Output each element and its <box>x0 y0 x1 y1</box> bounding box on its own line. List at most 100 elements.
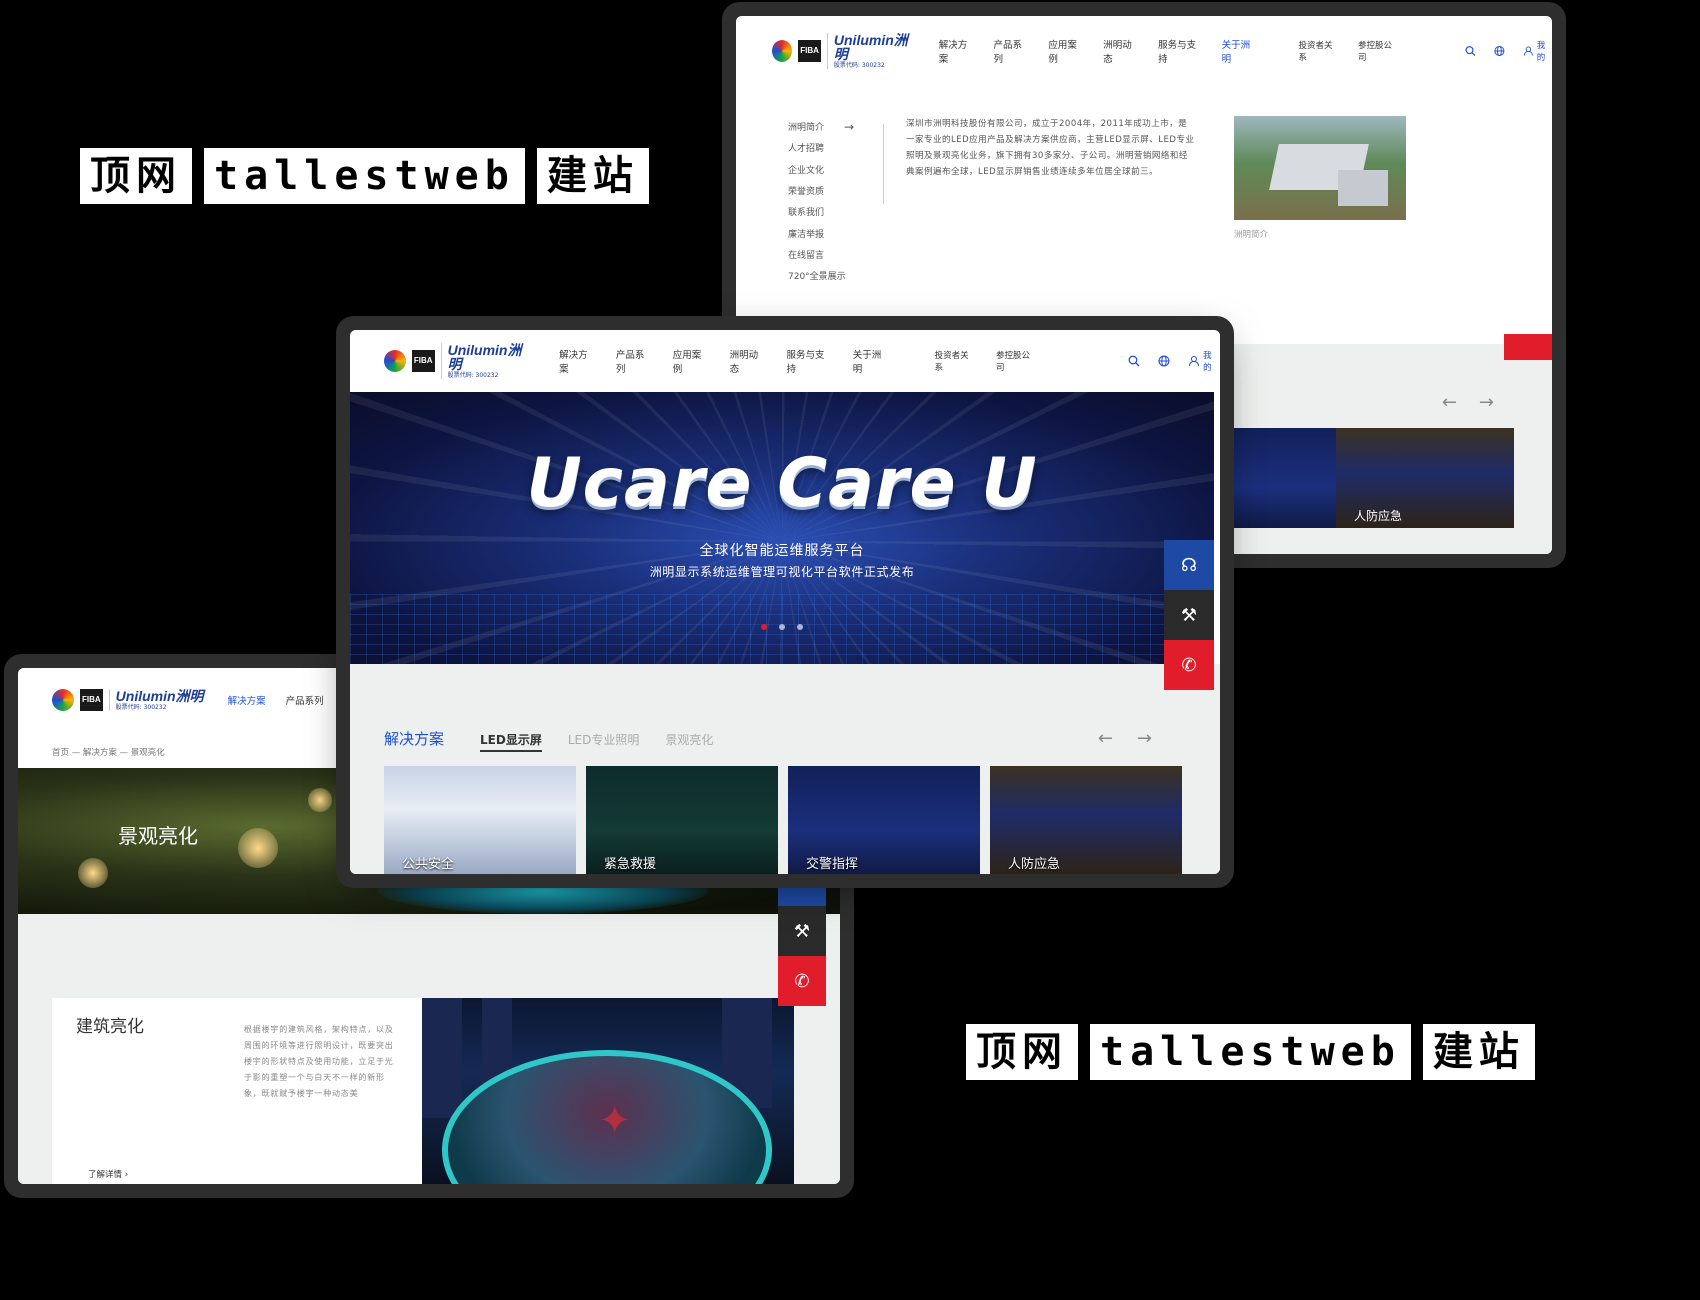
case-thumb[interactable]: 人防应急 <box>1336 428 1514 528</box>
nav-item-cases[interactable]: 应用案例 <box>1048 37 1083 65</box>
nav-item-solutions[interactable]: 解决方案 <box>559 347 597 375</box>
brand-logo[interactable]: FIBA Unilumin洲明 股票代码: 300232 <box>772 33 915 69</box>
sidebar-item-culture[interactable]: 企业文化 <box>788 159 854 180</box>
nav-item-cases[interactable]: 应用案例 <box>673 347 711 375</box>
nav-item-products[interactable]: 产品系列 <box>994 37 1029 65</box>
solutions-section: 解决方案 LED显示屏 LED专业照明 景观亮化 ←→ 公共安全 紧急救援 交警… <box>350 664 1220 874</box>
search-icon[interactable] <box>1465 45 1476 57</box>
tab-landscape[interactable]: 景观亮化 <box>665 731 713 748</box>
login-link[interactable]: 我的 <box>1188 349 1220 373</box>
nav-item-news[interactable]: 洲明动态 <box>1103 37 1138 65</box>
phone-icon[interactable]: ✆ <box>778 956 826 1006</box>
sidebar-item-honors[interactable]: 荣誉资质 <box>788 180 854 201</box>
card-label: 紧急救援 <box>604 857 657 872</box>
carousel-dot[interactable] <box>797 624 803 630</box>
globe-logo-icon <box>384 350 406 372</box>
globe-icon[interactable] <box>1494 45 1505 57</box>
floating-toolbar: ☊ ⚒ ✆ <box>1164 540 1214 690</box>
login-label: 我的 <box>1536 41 1546 63</box>
card-label: 公共安全 <box>402 857 455 872</box>
nav-item-products[interactable]: 产品系列 <box>616 347 654 375</box>
arrow-left-icon[interactable]: ← <box>1098 728 1137 749</box>
wrench-icon[interactable]: ⚒ <box>778 906 826 956</box>
nav-item-about[interactable]: 关于洲明 <box>1222 37 1257 65</box>
header: FIBA Unilumin洲明股票代码: 300232 解决方案 产品系列 应用… <box>736 16 1552 86</box>
solution-card[interactable]: 公共安全 <box>384 766 576 874</box>
solution-card[interactable]: 人防应急 <box>990 766 1182 874</box>
panel-text: 根据楼宇的建筑风格，架构特点，以及周围的环境等进行照明设计，既要突出楼宇的形状特… <box>244 1025 394 1098</box>
banner-description: 洲明显示系统运维管理可视化平台软件正式发布 <box>649 565 915 579</box>
nav-item-support[interactable]: 服务与支持 <box>786 347 833 375</box>
secondary-nav: 投资者关系 参控股公司 <box>935 349 1039 373</box>
headset-icon[interactable]: ☊ <box>1164 540 1214 590</box>
arrow-right-icon[interactable]: → <box>1137 728 1176 749</box>
nav-item-investors[interactable]: 投资者关系 <box>1299 39 1338 63</box>
user-icon <box>1189 356 1200 367</box>
carousel-dots <box>350 624 1214 630</box>
photo-caption: 洲明简介 <box>1234 230 1269 240</box>
brand-name: Unilumin洲明 <box>833 32 908 62</box>
banner-subtitle: 全球化智能运维服务平台 <box>699 543 865 559</box>
fiba-badge: FIBA <box>411 350 435 372</box>
tab-led-display[interactable]: LED显示屏 <box>480 731 542 752</box>
sidebar-item-report[interactable]: 廉洁举报 <box>788 222 854 243</box>
nav-item-solutions[interactable]: 解决方案 <box>228 693 266 707</box>
card-label: 交警指挥 <box>806 857 859 872</box>
brand-logo[interactable]: FIBA Unilumin洲明 股票代码: 300232 <box>52 689 204 711</box>
architecture-panel: 建筑亮化 根据楼宇的建筑风格，架构特点，以及周围的环境等进行照明设计，既要突出楼… <box>52 998 422 1184</box>
nav-item-support[interactable]: 服务与支持 <box>1158 37 1202 65</box>
main-nav: 解决方案 产品系列 应用案例 洲明动态 服务与支持 关于洲明 <box>939 37 1257 65</box>
sidebar-item-panorama[interactable]: 720°全景展示 <box>788 265 854 286</box>
sidebar-item-message[interactable]: 在线留言 <box>788 244 854 265</box>
nav-item-investors[interactable]: 投资者关系 <box>935 349 977 373</box>
learn-more-link[interactable]: 了解详情 › <box>88 1168 128 1180</box>
solution-card[interactable]: 紧急救援 <box>586 766 778 874</box>
watermark-word2: tallestweb <box>1090 1024 1411 1080</box>
floating-toolbar: ☊ ⚒ ✆ <box>778 856 826 1006</box>
sidebar-item-careers[interactable]: 人才招聘 <box>788 137 854 158</box>
tab-led-lighting[interactable]: LED专业照明 <box>568 731 640 748</box>
stock-code: 股票代码: 300232 <box>115 704 167 711</box>
header-icons: 我的 <box>1465 39 1552 63</box>
login-link[interactable]: 我的 <box>1523 39 1552 63</box>
carousel-dot[interactable] <box>761 624 767 630</box>
watermark-bottom: 顶网 tallestweb 建站 <box>966 1024 1535 1080</box>
solution-tabs: 解决方案 LED显示屏 LED专业照明 景观亮化 <box>384 728 713 752</box>
banner-title: Ucare Care U <box>526 444 1038 523</box>
chevron-right-icon: › <box>124 1170 129 1180</box>
hero-banner[interactable]: Ucare Care U 全球化智能运维服务平台 洲明显示系统运维管理可视化平台… <box>350 392 1214 664</box>
section-title: 解决方案 <box>384 730 445 748</box>
nav-item-solutions[interactable]: 解决方案 <box>939 37 974 65</box>
nav-item-products[interactable]: 产品系列 <box>286 693 324 707</box>
globe-logo-icon <box>52 689 74 711</box>
secondary-nav: 投资者关系 参控股公司 <box>1299 39 1398 63</box>
sidebar-item-contact[interactable]: 联系我们 <box>788 201 854 222</box>
fiba-badge: FIBA <box>80 689 103 711</box>
brand-name: Unilumin洲明 <box>115 688 204 704</box>
hero-title: 景观亮化 <box>118 824 198 848</box>
carousel-dot[interactable] <box>779 624 785 630</box>
arrow-right-icon[interactable]: → <box>1479 392 1516 413</box>
sidebar-item-intro[interactable]: 洲明简介 → <box>788 116 854 137</box>
nav-item-holdings[interactable]: 参控股公司 <box>1358 39 1397 63</box>
carousel-arrows: ←→ <box>1442 392 1516 413</box>
globe-icon[interactable] <box>1158 355 1170 367</box>
search-icon[interactable] <box>1128 355 1140 367</box>
nav-item-about[interactable]: 关于洲明 <box>853 347 891 375</box>
arrow-left-icon[interactable]: ← <box>1442 392 1479 413</box>
nav-item-news[interactable]: 洲明动态 <box>730 347 768 375</box>
wrench-icon[interactable]: ⚒ <box>1164 590 1214 640</box>
nav-item-holdings[interactable]: 参控股公司 <box>996 349 1038 373</box>
side-phone-button[interactable] <box>1504 334 1552 360</box>
brand-name: Unilumin洲明 <box>447 342 522 372</box>
brand-logo[interactable]: FIBA Unilumin洲明 股票代码: 300232 <box>384 343 535 379</box>
watermark-word3: 建站 <box>536 148 649 204</box>
solution-card[interactable]: 交警指挥 <box>788 766 980 874</box>
header-icons: 我的 <box>1128 349 1220 373</box>
architecture-photo: ✦ <box>422 998 794 1184</box>
watermark-word3: 建站 <box>1422 1024 1535 1080</box>
phone-icon[interactable]: ✆ <box>1164 640 1214 690</box>
company-photo <box>1234 116 1406 220</box>
login-label: 我的 <box>1203 351 1212 373</box>
carousel-arrows: ←→ <box>1098 728 1176 749</box>
